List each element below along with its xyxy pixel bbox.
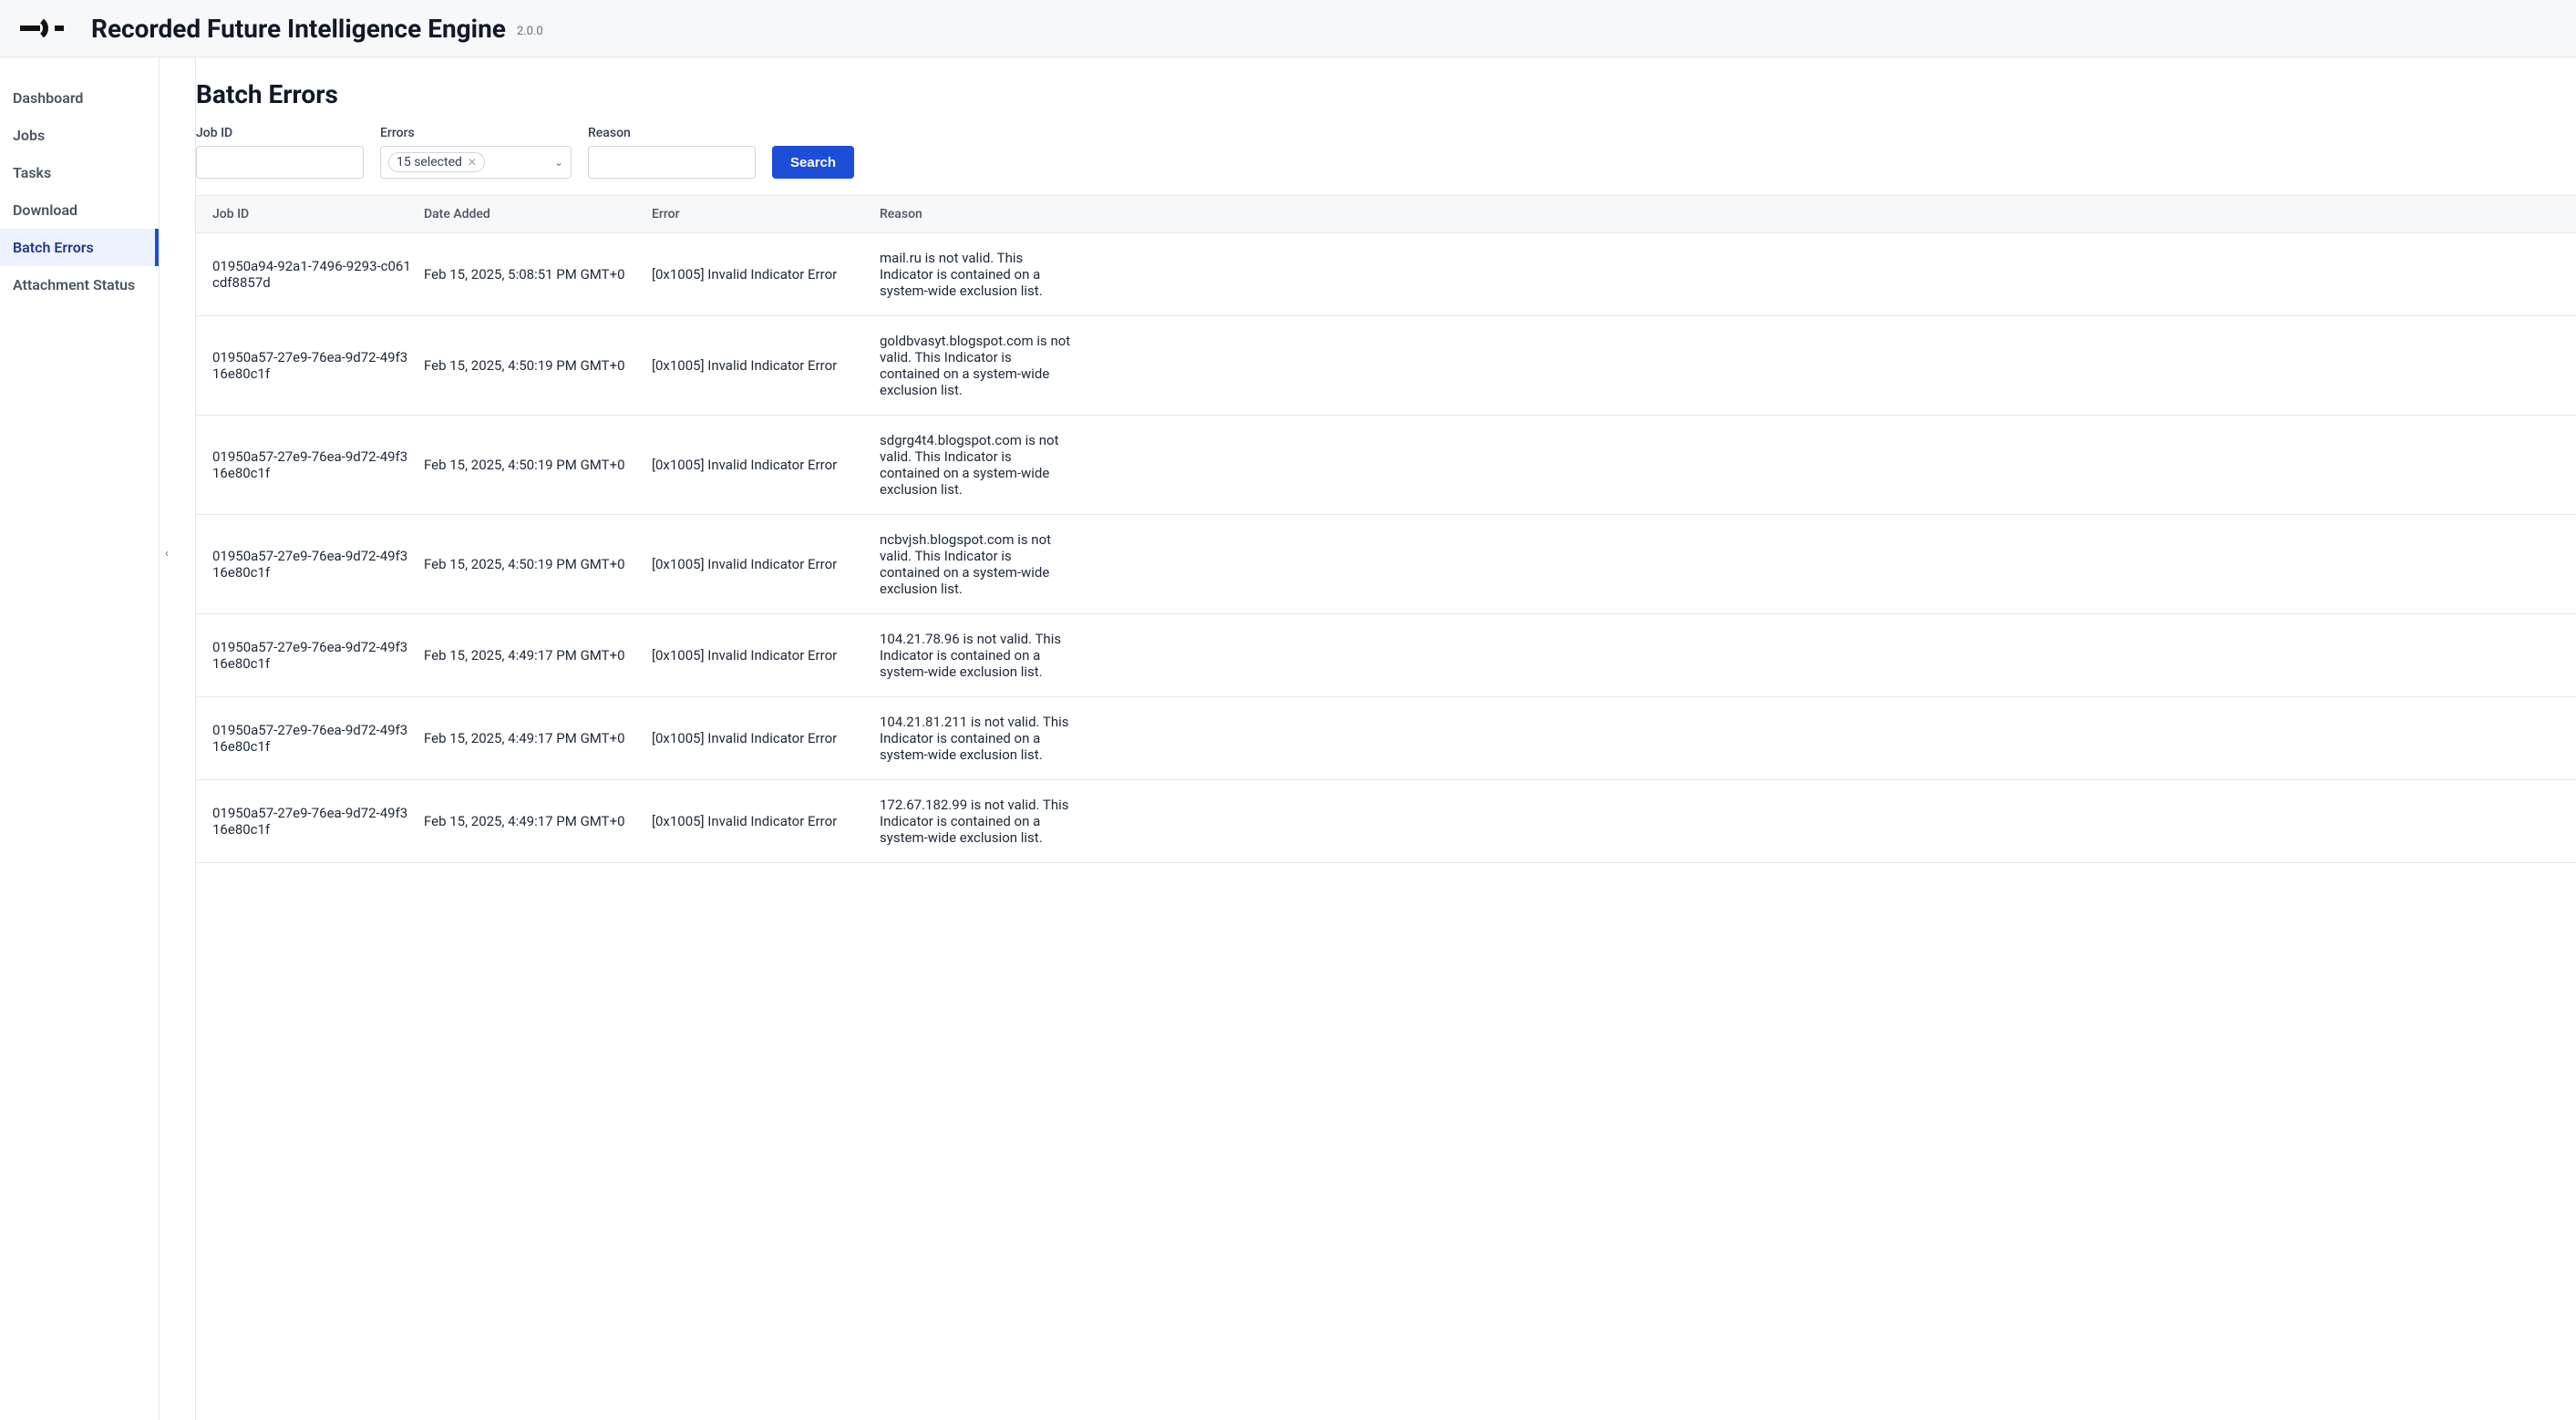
cell-date: Feb 15, 2025, 4:50:19 PM GMT+0 <box>424 556 652 572</box>
filter-errors-chip: 15 selected ✕ <box>388 152 485 172</box>
cell-reason: ncbvjsh.blogspot.com is not valid. This … <box>880 531 1080 597</box>
cell-jobid: 01950a57-27e9-76ea-9d72-49f316e80c1f <box>196 639 424 672</box>
cell-date: Feb 15, 2025, 4:50:19 PM GMT+0 <box>424 457 652 473</box>
sidebar-item-dashboard[interactable]: Dashboard <box>0 79 159 117</box>
table-row: 01950a57-27e9-76ea-9d72-49f316e80c1fFeb … <box>196 697 2576 780</box>
cell-reason: goldbvasyt.blogspot.com is not valid. Th… <box>880 333 1080 398</box>
col-header-reason: Reason <box>880 207 1080 221</box>
cell-reason: sdgrg4t4.blogspot.com is not valid. This… <box>880 432 1080 498</box>
errors-table: Job ID Date Added Error Reason 01950a94-… <box>196 195 2576 863</box>
topbar: Recorded Future Intelligence Engine 2.0.… <box>0 0 2576 57</box>
cell-jobid: 01950a57-27e9-76ea-9d72-49f316e80c1f <box>196 805 424 838</box>
sidebar-item-download[interactable]: Download <box>0 191 159 229</box>
cell-error: [0x1005] Invalid Indicator Error <box>652 266 880 283</box>
table-row: 01950a57-27e9-76ea-9d72-49f316e80c1fFeb … <box>196 780 2576 863</box>
cell-error: [0x1005] Invalid Indicator Error <box>652 730 880 746</box>
sidebar-item-attachment-status[interactable]: Attachment Status <box>0 266 159 304</box>
app-version: 2.0.0 <box>517 25 543 38</box>
app-logo <box>20 17 64 39</box>
cell-date: Feb 15, 2025, 4:50:19 PM GMT+0 <box>424 357 652 374</box>
cell-reason: mail.ru is not valid. This Indicator is … <box>880 250 1080 299</box>
filter-reason-input[interactable] <box>588 146 756 179</box>
cell-error: [0x1005] Invalid Indicator Error <box>652 457 880 473</box>
main-content: Batch Errors Job ID Errors 15 selected ✕… <box>196 57 2576 1420</box>
filter-bar: Job ID Errors 15 selected ✕ ⌄ Reason Sea… <box>196 126 2576 195</box>
cell-reason: 104.21.81.211 is not valid. This Indicat… <box>880 714 1080 763</box>
sidebar: Dashboard Jobs Tasks Download Batch Erro… <box>0 57 160 1420</box>
filter-jobid-input[interactable] <box>196 146 364 179</box>
col-header-date: Date Added <box>424 207 652 221</box>
filter-jobid-label: Job ID <box>196 126 364 140</box>
table-row: 01950a57-27e9-76ea-9d72-49f316e80c1fFeb … <box>196 614 2576 697</box>
cell-error: [0x1005] Invalid Indicator Error <box>652 813 880 829</box>
cell-date: Feb 15, 2025, 4:49:17 PM GMT+0 <box>424 647 652 664</box>
cell-date: Feb 15, 2025, 4:49:17 PM GMT+0 <box>424 730 652 746</box>
sidebar-item-jobs[interactable]: Jobs <box>0 117 159 154</box>
cell-error: [0x1005] Invalid Indicator Error <box>652 647 880 664</box>
page-title: Batch Errors <box>196 79 2576 126</box>
col-header-jobid: Job ID <box>196 207 424 221</box>
table-row: 01950a57-27e9-76ea-9d72-49f316e80c1fFeb … <box>196 316 2576 416</box>
sidebar-item-tasks[interactable]: Tasks <box>0 154 159 191</box>
filter-reason-label: Reason <box>588 126 756 140</box>
table-header-row: Job ID Date Added Error Reason <box>196 196 2576 233</box>
chevron-down-icon: ⌄ <box>554 156 563 169</box>
cell-date: Feb 15, 2025, 5:08:51 PM GMT+0 <box>424 266 652 283</box>
table-row: 01950a57-27e9-76ea-9d72-49f316e80c1fFeb … <box>196 416 2576 515</box>
cell-jobid: 01950a94-92a1-7496-9293-c061cdf8857d <box>196 258 424 291</box>
filter-errors-label: Errors <box>380 126 572 140</box>
cell-jobid: 01950a57-27e9-76ea-9d72-49f316e80c1f <box>196 349 424 382</box>
cell-error: [0x1005] Invalid Indicator Error <box>652 357 880 374</box>
cell-jobid: 01950a57-27e9-76ea-9d72-49f316e80c1f <box>196 448 424 481</box>
search-button[interactable]: Search <box>772 146 854 179</box>
cell-error: [0x1005] Invalid Indicator Error <box>652 556 880 572</box>
sidebar-spacer: ‹ <box>160 57 196 1420</box>
cell-reason: 104.21.78.96 is not valid. This Indicato… <box>880 631 1080 680</box>
sidebar-item-batch-errors[interactable]: Batch Errors <box>0 229 159 266</box>
chevron-left-icon: ‹ <box>165 547 169 561</box>
filter-errors-select[interactable]: 15 selected ✕ ⌄ <box>380 146 572 179</box>
table-row: 01950a94-92a1-7496-9293-c061cdf8857dFeb … <box>196 233 2576 316</box>
sidebar-collapse-handle[interactable]: ‹ <box>160 540 174 566</box>
app-title: Recorded Future Intelligence Engine <box>91 14 506 44</box>
close-icon[interactable]: ✕ <box>468 156 477 169</box>
cell-date: Feb 15, 2025, 4:49:17 PM GMT+0 <box>424 813 652 829</box>
cell-jobid: 01950a57-27e9-76ea-9d72-49f316e80c1f <box>196 548 424 581</box>
cell-jobid: 01950a57-27e9-76ea-9d72-49f316e80c1f <box>196 722 424 755</box>
cell-reason: 172.67.182.99 is not valid. This Indicat… <box>880 797 1080 846</box>
table-row: 01950a57-27e9-76ea-9d72-49f316e80c1fFeb … <box>196 515 2576 614</box>
filter-errors-chip-text: 15 selected <box>397 155 462 170</box>
col-header-error: Error <box>652 207 880 221</box>
